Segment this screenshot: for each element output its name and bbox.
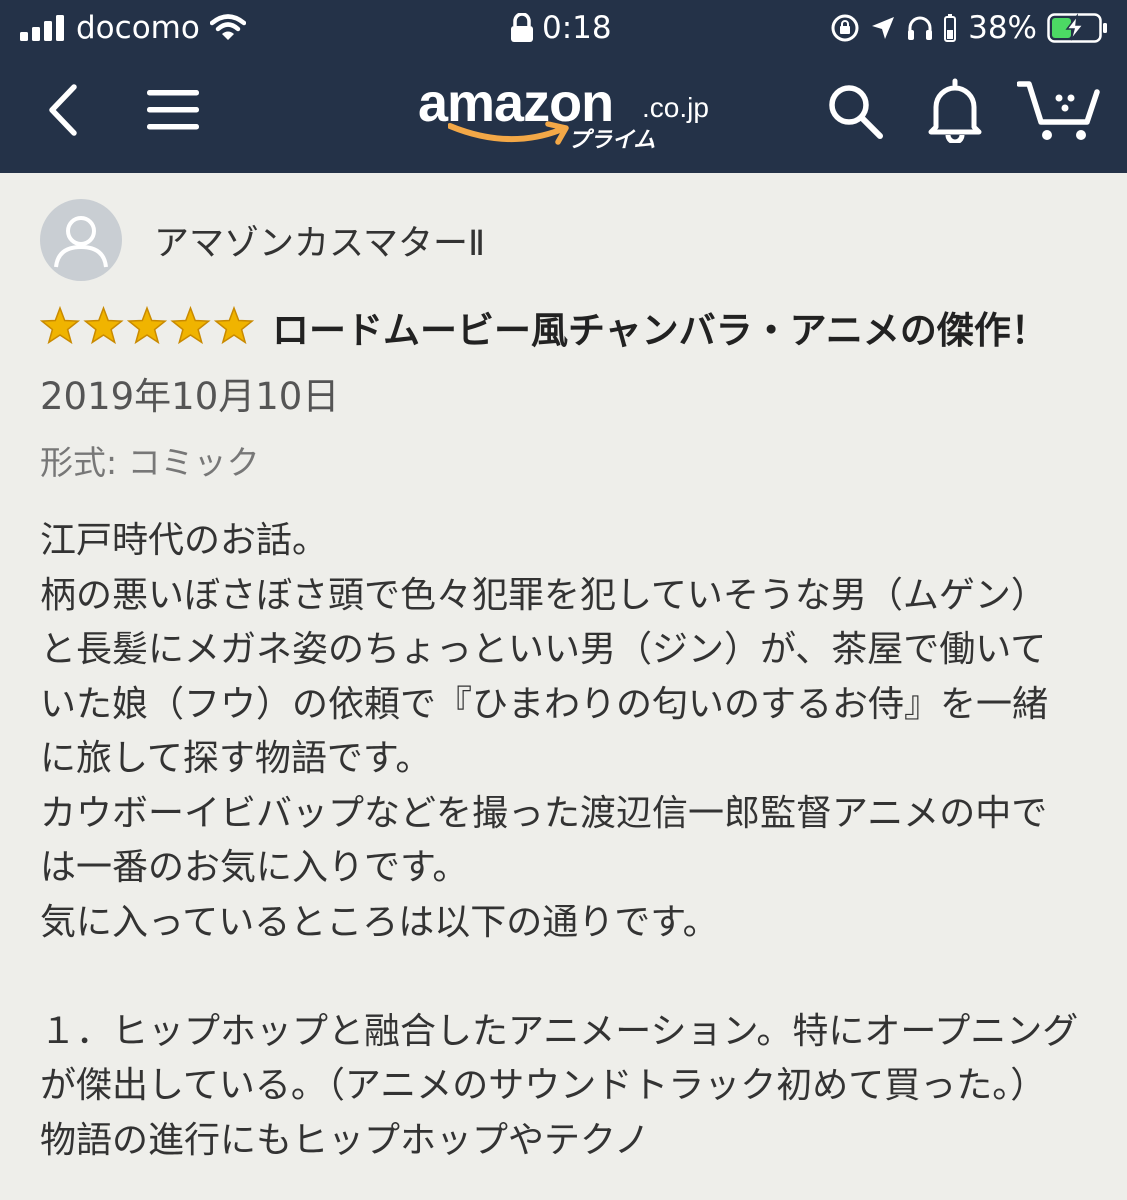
review-paragraph: 江戸時代のお話。 — [40, 520, 329, 561]
review-paragraph: カウボーイビバップなどを撮った渡辺信一郎監督アニメの中では一番のお気に入りです。 — [40, 792, 1048, 889]
orientation-lock-icon — [831, 14, 859, 42]
review-title-row: ロードムービー風チャンバラ・アニメの傑作！ — [39, 303, 1090, 362]
app-header: docomo 0:18 38% amazon .co.jp プライム — [0, 0, 1127, 173]
star-icon — [39, 305, 81, 345]
clock: 0:18 — [542, 10, 612, 46]
battery-percent: 38% — [968, 10, 1037, 46]
location-icon — [872, 17, 895, 39]
menu-icon[interactable] — [140, 82, 206, 138]
review-date: 2019年10月10日 — [40, 375, 340, 418]
review-body: 江戸時代のお話。 柄の悪いぼさぼさ頭で色々犯罪を犯していそうな男（ムゲン）と長髪… — [40, 514, 1080, 1168]
user-icon — [54, 216, 108, 268]
nav-bar: amazon .co.jp プライム — [0, 62, 1127, 172]
battery-charging-icon — [1047, 13, 1107, 43]
search-icon[interactable] — [822, 78, 888, 144]
star-icon — [170, 305, 211, 345]
logo-domain: .co.jp — [642, 92, 709, 123]
signal-icon — [20, 15, 64, 41]
wifi-icon — [209, 14, 246, 40]
review-blank-line — [40, 950, 1080, 1005]
star-rating — [39, 305, 255, 362]
review-paragraph: 気に入っているところは以下の通りです。 — [40, 901, 719, 943]
logo-prime-label: プライム — [568, 128, 656, 153]
star-icon — [126, 305, 168, 345]
smile-arrow-icon — [448, 121, 569, 145]
avatar[interactable] — [40, 199, 122, 281]
headphones-icon — [908, 16, 933, 40]
reviewer-name[interactable]: アマゾンカスマターⅡ — [154, 215, 485, 266]
cart-icon[interactable] — [1016, 76, 1102, 144]
star-icon — [83, 305, 124, 345]
lock-icon — [511, 13, 533, 42]
carrier-name: docomo — [76, 10, 200, 46]
bell-icon[interactable] — [922, 74, 988, 146]
review-paragraph: １．ヒップホップと融合したアニメーション。特にオープニングが傑出している。（アニ… — [40, 1010, 1079, 1161]
review-title[interactable]: ロードムービー風チャンバラ・アニメの傑作！ — [272, 309, 1048, 352]
back-icon[interactable] — [38, 78, 88, 142]
star-icon — [213, 305, 255, 345]
review-paragraph: 柄の悪いぼさぼさ頭で色々犯罪を犯していそうな男（ムゲン）と長髪にメガネ姿のちょっ… — [40, 574, 1049, 780]
review-card: アマゾンカスマターⅡ ロードムービー風チャンバラ・アニメの傑作！ 2019年10… — [39, 195, 1090, 1168]
status-bar: docomo 0:18 38% — [0, 0, 1127, 60]
reviewer-row[interactable]: アマゾンカスマターⅡ — [40, 195, 1090, 285]
review-format: 形式: コミック — [40, 443, 260, 482]
amazon-logo[interactable]: amazon .co.jp プライム — [418, 72, 718, 157]
small-battery-icon — [944, 14, 957, 42]
